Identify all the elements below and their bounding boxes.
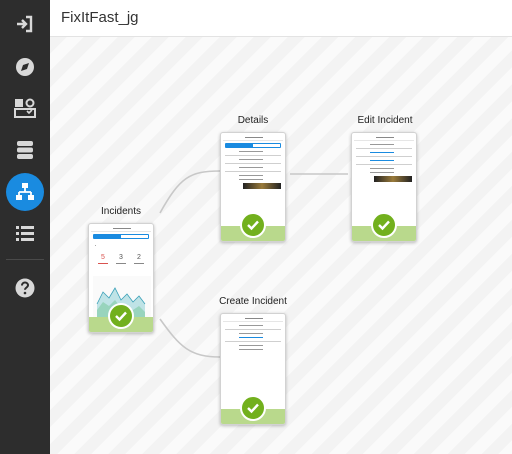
checklist-button[interactable] (0, 88, 50, 128)
mini-field (239, 159, 263, 160)
mini-header (223, 135, 283, 141)
mini-divider (225, 171, 281, 172)
mini-divider (225, 341, 281, 342)
status-complete-badge (240, 395, 266, 421)
check-icon (247, 403, 259, 414)
sitemap-icon (16, 183, 34, 200)
mini-divider (225, 155, 281, 156)
screen-label-details: Details (237, 115, 269, 126)
mini-field (370, 172, 394, 173)
svg-text:3: 3 (119, 254, 123, 261)
mini-segment (225, 143, 281, 148)
mini-field (370, 160, 394, 161)
check-icon (378, 220, 390, 231)
mini-field (370, 168, 394, 169)
mini-photo (374, 176, 412, 182)
mini-header (354, 135, 414, 141)
checklist-icon (14, 98, 36, 118)
mini-field (239, 151, 263, 152)
svg-text:5: 5 (101, 254, 105, 261)
top-bar: FixItFast_jg (50, 0, 512, 37)
check-icon (247, 220, 259, 231)
mini-divider (356, 156, 412, 157)
mini-divider (225, 163, 281, 164)
mini-header (223, 316, 283, 322)
mini-field (239, 337, 263, 338)
mini-field (239, 325, 263, 326)
compass-icon (16, 58, 34, 76)
screen-label-create-incident: Create Incident (219, 296, 287, 307)
sidebar-divider (6, 259, 44, 260)
mini-field (370, 152, 394, 153)
sidebar (0, 0, 50, 454)
mini-field (239, 167, 263, 168)
connector-incidents-create (159, 318, 221, 358)
mini-field (370, 144, 394, 145)
list-icon (16, 226, 34, 241)
mini-field (239, 345, 263, 346)
app-title: FixItFast_jg (61, 9, 139, 26)
compass-button[interactable] (0, 47, 50, 87)
mini-divider (225, 329, 281, 330)
mini-photo (243, 183, 281, 189)
mini-segment (93, 234, 149, 239)
mini-field (239, 175, 263, 176)
list-button[interactable] (0, 213, 50, 253)
status-complete-badge (240, 212, 266, 238)
mini-field (239, 333, 263, 334)
status-complete-badge (108, 303, 134, 329)
mini-field (239, 349, 263, 350)
sign-in-button[interactable] (0, 4, 50, 44)
mini-field (239, 179, 263, 180)
help-button[interactable] (0, 268, 50, 308)
mini-divider (356, 148, 412, 149)
screen-card-incidents[interactable]: 5 3 2 (88, 223, 154, 333)
screen-card-edit-incident[interactable] (351, 132, 417, 242)
mini-divider (356, 164, 412, 165)
database-button[interactable] (0, 130, 50, 170)
flow-designer-button[interactable] (0, 172, 50, 212)
flow-canvas[interactable]: Incidents 5 3 2 Details Edit Incident Cr… (50, 37, 512, 454)
check-icon (115, 311, 127, 322)
database-icon (17, 141, 33, 159)
screen-label-edit-incident: Edit Incident (357, 115, 413, 126)
help-icon (15, 278, 35, 298)
svg-text:2: 2 (137, 254, 141, 261)
mini-header (91, 226, 151, 232)
priority-summary-thumbnail: 5 3 2 (95, 245, 144, 264)
screen-card-details[interactable] (220, 132, 286, 242)
status-complete-badge (371, 212, 397, 238)
sign-in-icon (17, 15, 33, 33)
screen-label-incidents: Incidents (100, 206, 142, 217)
screen-card-create-incident[interactable] (220, 313, 286, 425)
